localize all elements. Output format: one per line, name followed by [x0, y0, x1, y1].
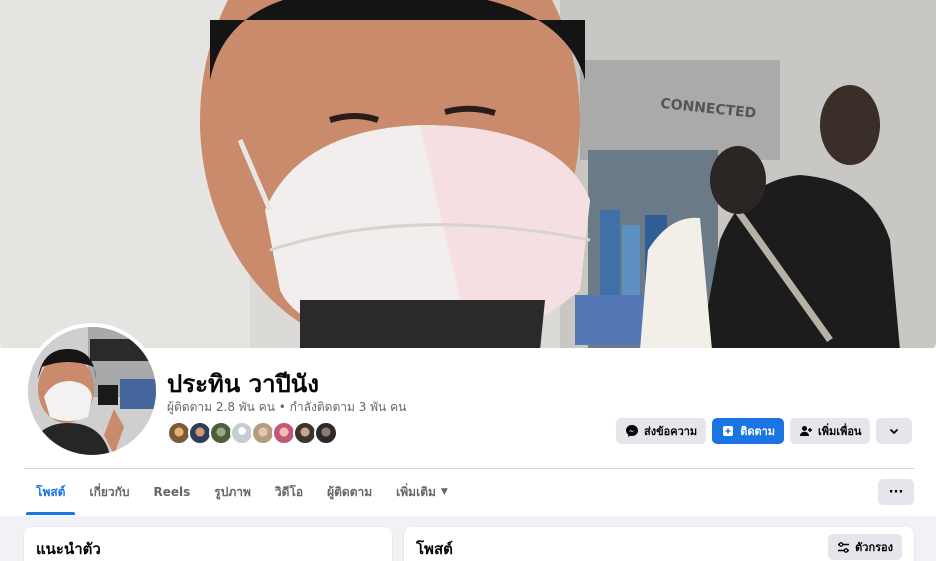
tab-about[interactable]: เกี่ยวกับ	[77, 469, 141, 515]
profile-page: CONNECTED ประทิน วาปีนัง ผู้ติดตาม 2.8 พ…	[0, 0, 936, 561]
posts-card: โพสต์ ตัวกรอง	[404, 527, 914, 561]
follow-button-label: ติดตาม	[740, 425, 776, 438]
follow-plus-icon	[721, 424, 735, 438]
add-friend-button[interactable]: เพิ่มเพื่อน	[790, 418, 871, 444]
tab-followers[interactable]: ผู้ติดตาม	[315, 469, 384, 515]
tab-label: โพสต์	[36, 484, 66, 499]
filter-sliders-icon	[837, 541, 850, 554]
add-friend-button-label: เพิ่มเพื่อน	[818, 425, 862, 438]
caret-down-icon: ▼	[440, 487, 448, 497]
tab-label: ผู้ติดตาม	[327, 484, 373, 499]
follow-stats[interactable]: ผู้ติดตาม 2.8 พัน คน • กำลังติดตาม 3 พัน…	[167, 398, 406, 417]
chevron-down-icon	[888, 425, 900, 437]
avatar	[28, 327, 156, 455]
tab-label: เพิ่มเติม	[396, 484, 436, 499]
add-person-icon	[799, 424, 813, 438]
profile-actions: ส่งข้อความ ติดตาม เพิ่มเพื่อน	[616, 418, 913, 444]
cover-photo[interactable]: CONNECTED	[0, 0, 936, 350]
tab-photos[interactable]: รูปภาพ	[202, 469, 263, 515]
tab-label: วิดีโอ	[274, 484, 304, 499]
mutual-friends-row[interactable]	[167, 421, 338, 445]
message-button-label: ส่งข้อความ	[644, 425, 698, 438]
more-tabs-button[interactable]: ···	[878, 479, 914, 505]
more-options-button[interactable]	[876, 418, 913, 444]
filter-button-label: ตัวกรอง	[855, 541, 893, 554]
messenger-icon	[625, 424, 639, 438]
friend-avatar[interactable]	[314, 421, 338, 445]
message-button[interactable]: ส่งข้อความ	[616, 418, 707, 444]
tab-label: Reels	[153, 485, 191, 499]
filter-button[interactable]: ตัวกรอง	[828, 534, 902, 560]
intro-card: แนะนำตัว	[24, 527, 392, 561]
intro-card-title: แนะนำตัว	[36, 540, 101, 558]
tab-videos[interactable]: วิดีโอ	[263, 469, 315, 515]
tab-more[interactable]: เพิ่มเติม ▼	[384, 469, 460, 515]
tab-label: เกี่ยวกับ	[89, 484, 130, 499]
tab-reels[interactable]: Reels	[142, 469, 203, 515]
profile-tabs: โพสต์ เกี่ยวกับ Reels รูปภาพ วิดีโอ ผู้ต…	[24, 469, 460, 515]
profile-avatar[interactable]	[24, 323, 160, 459]
tab-label: รูปภาพ	[214, 484, 251, 499]
more-tabs-label: ···	[888, 484, 904, 500]
follow-button[interactable]: ติดตาม	[712, 418, 785, 444]
posts-card-title: โพสต์	[416, 540, 453, 558]
tab-posts[interactable]: โพสต์	[24, 469, 77, 515]
